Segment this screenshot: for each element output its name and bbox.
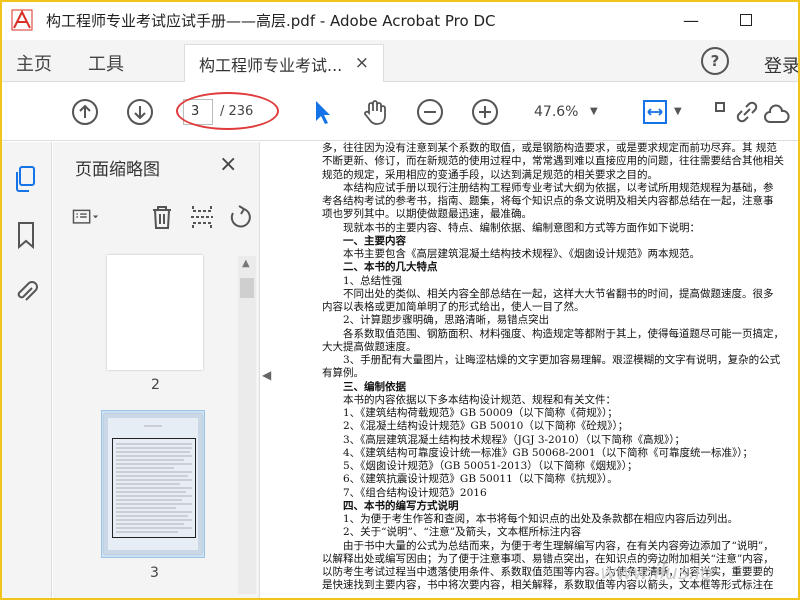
panel-close-icon[interactable]: × xyxy=(219,152,237,177)
tab-close-icon[interactable]: × xyxy=(355,53,369,73)
document-text-line: 3、手册配有大量图片，让晦涩枯燥的文字更加容易理解。艰涩模糊的文字有说明，复杂的… xyxy=(322,354,781,366)
thumbnail-page-3[interactable] xyxy=(104,414,202,554)
zoom-in-icon[interactable] xyxy=(470,97,500,127)
bookmark-icon[interactable] xyxy=(12,220,40,250)
next-page-icon[interactable] xyxy=(125,97,155,127)
more-tools-icon[interactable] xyxy=(706,97,725,127)
menu-home[interactable]: 主页 xyxy=(16,50,52,76)
fit-dropdown-icon[interactable]: ▼ xyxy=(674,106,682,117)
zoom-level-input[interactable]: 47.6% xyxy=(534,104,578,120)
tab-document-label: 构工程师专业考试... xyxy=(199,55,343,75)
extract-page-icon[interactable] xyxy=(188,203,216,231)
document-view[interactable]: 多，往往因为没有注意到某个系数的取值，或是钢筋构造要求，或是要求规定而前功尽弃。… xyxy=(286,142,800,600)
zoom-out-icon[interactable] xyxy=(415,97,445,127)
hand-tool-icon[interactable] xyxy=(360,97,390,127)
thumbnail-page-number: 2 xyxy=(151,377,160,393)
cloud-icon[interactable] xyxy=(762,100,792,130)
thumbnail-scrollbar[interactable]: ▲ xyxy=(238,256,256,594)
fit-page-icon[interactable] xyxy=(640,97,670,127)
minimize-button[interactable]: — xyxy=(676,8,706,32)
page-thumbnails-icon[interactable] xyxy=(12,164,40,194)
thumbnail-options-icon[interactable] xyxy=(72,203,110,231)
maximize-icon xyxy=(740,14,752,26)
delete-page-icon[interactable] xyxy=(148,203,176,231)
window-title: 构工程师专业考试应试手册——高层.pdf - Adobe Acrobat Pro… xyxy=(46,11,496,30)
menu-tools[interactable]: 工具 xyxy=(88,50,124,76)
watermark: www.ilus.io xyxy=(600,560,713,584)
left-navigation-rail xyxy=(0,142,52,600)
scroll-up-icon[interactable]: ▲ xyxy=(242,258,250,269)
collapse-panel-icon[interactable]: ◀ xyxy=(262,368,271,382)
rotate-page-icon[interactable] xyxy=(226,203,254,231)
scrollbar-knob[interactable] xyxy=(240,278,254,298)
zoom-dropdown-icon[interactable]: ▼ xyxy=(590,106,598,117)
thumbnail-panel-title: 页面缩略图 xyxy=(75,160,160,180)
attachment-icon[interactable] xyxy=(12,276,40,306)
title-bar: 构工程师专业考试应试手册——高层.pdf - Adobe Acrobat Pro… xyxy=(0,0,800,40)
thumbnail-page-2[interactable] xyxy=(107,255,203,370)
maximize-button[interactable] xyxy=(731,8,761,32)
thumbnail-text-lines xyxy=(116,425,192,533)
acrobat-app-icon xyxy=(10,8,34,32)
login-button[interactable]: 登录 xyxy=(764,52,800,78)
tab-bar: 主页 工具 xyxy=(0,40,800,82)
annotation-ellipse xyxy=(176,92,279,130)
select-tool-icon[interactable] xyxy=(307,97,337,127)
previous-page-icon[interactable] xyxy=(70,97,100,127)
share-link-icon[interactable] xyxy=(732,97,762,127)
thumbnail-page-number: 3 xyxy=(150,565,159,581)
tab-document[interactable]: 构工程师专业考试... × xyxy=(184,44,384,82)
help-icon[interactable]: ? xyxy=(701,47,729,75)
